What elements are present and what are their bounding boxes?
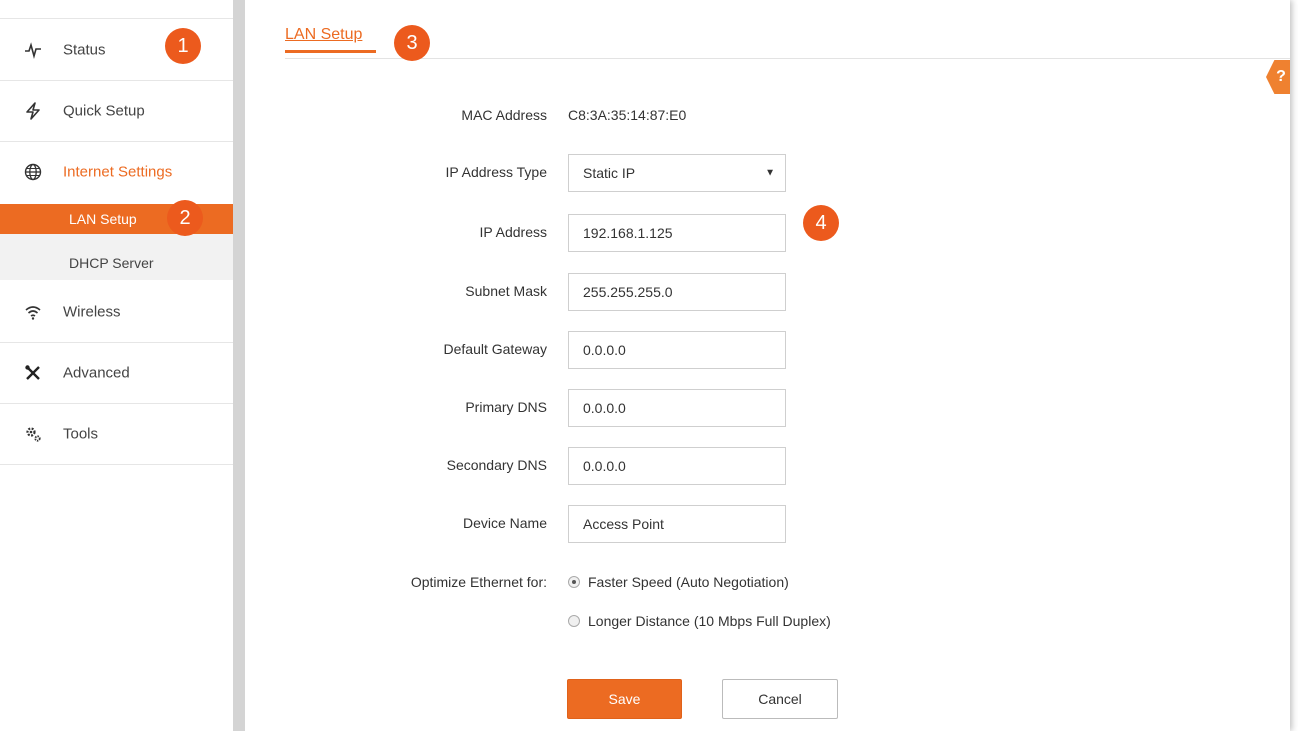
sidebar-subitem-label: DHCP Server [69,255,154,271]
tools-icon [24,364,42,382]
sidebar-subitem-dhcp-server[interactable]: DHCP Server [0,246,233,280]
radio-faster-speed-label: Faster Speed (Auto Negotiation) [588,574,789,590]
ip-type-label: IP Address Type [445,164,547,180]
primary-dns-label: Primary DNS [465,399,547,415]
step-badge-3: 3 [394,25,430,61]
secondary-dns-value: 0.0.0.0 [583,458,626,474]
ip-address-field[interactable]: 192.168.1.125 [568,214,786,252]
subnet-mask-value: 255.255.255.0 [583,284,673,300]
step-badge-4: 4 [803,205,839,241]
primary-dns-field[interactable]: 0.0.0.0 [568,389,786,427]
sidebar-item-label: Tools [63,425,99,442]
app-window: Status Quick Setup Internet Settings LAN… [0,0,1290,731]
pulse-icon [24,41,42,59]
tab-divider [285,58,1290,59]
sidebar: Status Quick Setup Internet Settings LAN… [0,0,234,731]
sidebar-item-internet-settings[interactable]: Internet Settings [0,141,233,202]
cancel-button[interactable]: Cancel [722,679,838,719]
radio-button-checked[interactable] [568,576,580,588]
globe-icon [24,163,42,181]
sidebar-item-tools[interactable]: Tools [0,403,233,465]
subnet-mask-label: Subnet Mask [465,283,547,299]
tab-lan-setup[interactable]: LAN Setup [285,26,362,44]
ip-address-label: IP Address [479,224,547,240]
mac-address-value: C8:3A:35:14:87:E0 [568,107,687,123]
lightning-icon [24,101,42,120]
sidebar-subitem-label: LAN Setup [69,211,137,227]
sidebar-item-label: Internet Settings [63,163,173,180]
sidebar-item-label: Quick Setup [63,102,145,119]
secondary-dns-field[interactable]: 0.0.0.0 [568,447,786,485]
step-badge-2: 2 [167,200,203,236]
radio-longer-distance[interactable]: Longer Distance (10 Mbps Full Duplex) [568,613,831,629]
optimize-ethernet-label: Optimize Ethernet for: [410,574,547,590]
primary-dns-value: 0.0.0.0 [583,400,626,416]
subnet-mask-field[interactable]: 255.255.255.0 [568,273,786,311]
ip-type-select[interactable]: Static IP ▼ [568,154,786,192]
sidebar-item-advanced[interactable]: Advanced [0,342,233,404]
sidebar-item-label: Advanced [63,364,130,381]
device-name-value: Access Point [583,516,664,532]
wifi-icon [24,303,42,321]
default-gateway-label: Default Gateway [443,341,548,357]
dropdown-arrow-icon: ▼ [765,167,775,179]
main-content: LAN Setup 3 ? MAC Address C8:3A:35:14:87… [245,0,1290,731]
secondary-dns-label: Secondary DNS [446,457,547,473]
submenu-gap [0,234,233,246]
sidebar-item-label: Wireless [63,303,121,320]
gears-icon [24,425,42,443]
ip-address-value: 192.168.1.125 [583,225,673,241]
help-button[interactable]: ? [1266,60,1290,94]
step-badge-1: 1 [165,28,201,64]
sidebar-item-wireless[interactable]: Wireless [0,281,233,343]
radio-longer-distance-label: Longer Distance (10 Mbps Full Duplex) [588,613,831,629]
mac-address-label: MAC Address [461,107,547,123]
sidebar-separator [233,0,245,731]
default-gateway-field[interactable]: 0.0.0.0 [568,331,786,369]
save-button[interactable]: Save [567,679,682,719]
radio-faster-speed[interactable]: Faster Speed (Auto Negotiation) [568,574,789,590]
ip-type-selected-value: Static IP [583,165,636,181]
default-gateway-value: 0.0.0.0 [583,342,626,358]
sidebar-item-quick-setup[interactable]: Quick Setup [0,80,233,142]
radio-button-unchecked[interactable] [568,615,580,627]
sidebar-item-label: Status [63,41,106,58]
tab-active-underline [285,50,376,53]
device-name-field[interactable]: Access Point [568,505,786,543]
device-name-label: Device Name [462,515,547,531]
